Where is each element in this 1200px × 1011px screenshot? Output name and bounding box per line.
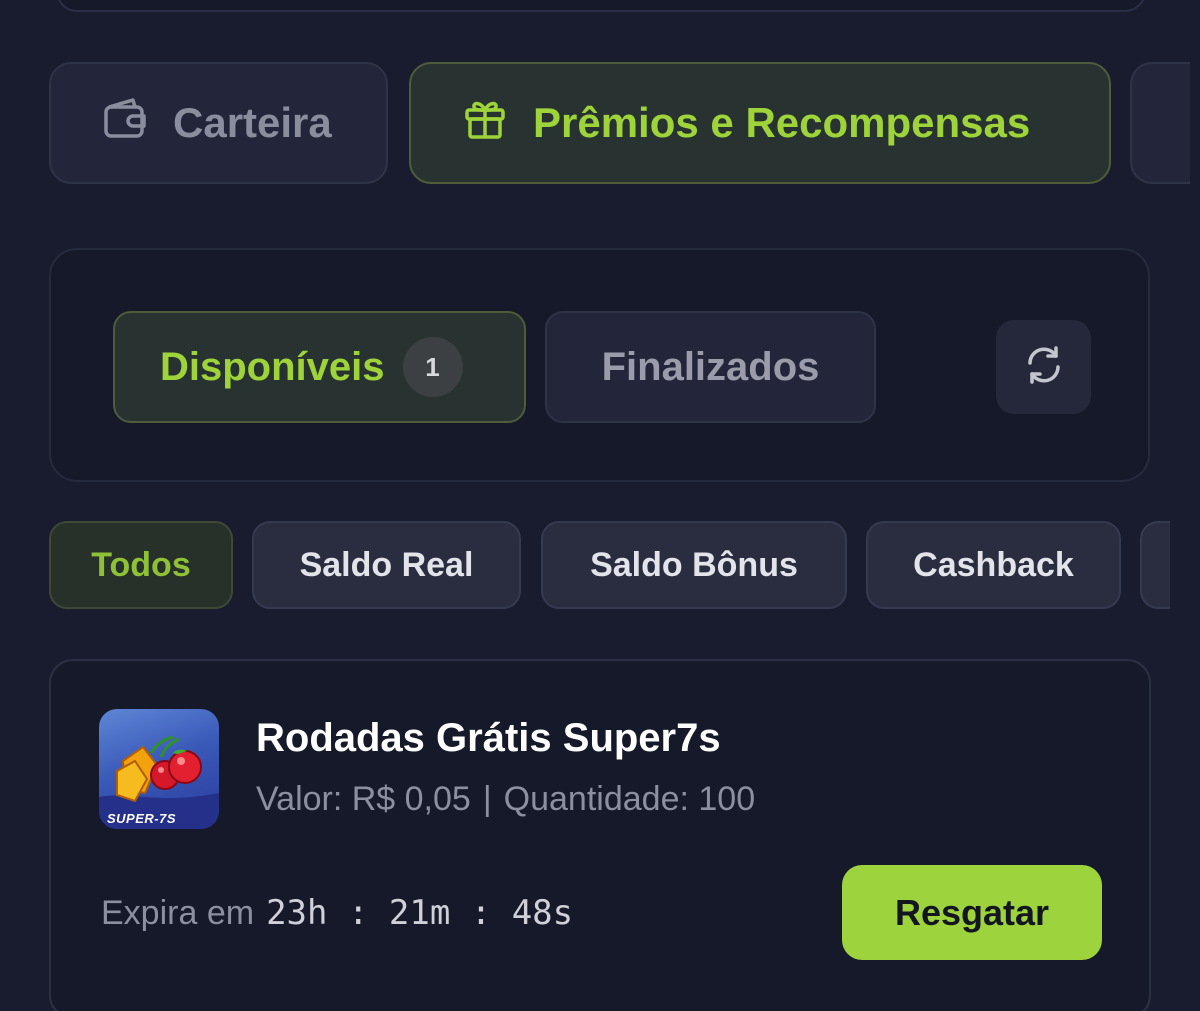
tab-wallet[interactable]: Carteira xyxy=(49,62,388,184)
tab-finished[interactable]: Finalizados xyxy=(545,311,876,423)
filter-next-partial[interactable] xyxy=(1140,521,1170,609)
filter-all[interactable]: Todos xyxy=(49,521,233,609)
reward-title: Rodadas Grátis Super7s xyxy=(256,716,721,760)
filter-cashback[interactable]: Cashback xyxy=(866,521,1121,609)
filter-real-balance-label: Saldo Real xyxy=(299,545,474,584)
filter-bonus-balance[interactable]: Saldo Bônus xyxy=(541,521,847,609)
refresh-button[interactable] xyxy=(996,320,1091,414)
tab-rewards[interactable]: Prêmios e Recompensas xyxy=(409,62,1111,184)
reward-meta: Valor: R$ 0,05 | Quantidade: 100 xyxy=(256,780,755,819)
tab-available[interactable]: Disponíveis 1 xyxy=(113,311,526,423)
available-count-badge: 1 xyxy=(402,337,463,397)
filter-all-label: Todos xyxy=(91,545,191,584)
filter-bonus-balance-label: Saldo Bônus xyxy=(590,545,798,584)
expiry-timer: 23h : 21m : 48s xyxy=(266,893,574,933)
wallet-icon xyxy=(103,97,147,149)
tab-available-label: Disponíveis xyxy=(160,344,385,389)
filter-cashback-label: Cashback xyxy=(913,545,1074,584)
game-thumbnail: SUPER-7S xyxy=(99,709,219,829)
tab-finished-label: Finalizados xyxy=(601,344,820,389)
reward-card: SUPER-7S Rodadas Grátis Super7s Valor: R… xyxy=(49,659,1151,1011)
expiry-row: Expira em 23h : 21m : 48s xyxy=(101,893,573,933)
tab-next-partial[interactable] xyxy=(1130,62,1190,184)
filter-real-balance[interactable]: Saldo Real xyxy=(252,521,521,609)
gift-icon xyxy=(463,96,507,150)
redeem-button[interactable]: Resgatar xyxy=(842,865,1102,960)
status-tabs-panel: Disponíveis 1 Finalizados xyxy=(49,248,1150,482)
rewards-page: Carteira Prêmios e Recompensas Disponíve… xyxy=(0,0,1200,1011)
tab-wallet-label: Carteira xyxy=(173,99,332,146)
meta-separator: | xyxy=(482,780,492,818)
top-card xyxy=(56,0,1146,12)
reward-value: Valor: R$ 0,05 xyxy=(256,780,471,818)
refresh-icon xyxy=(1022,343,1066,392)
tab-rewards-label: Prêmios e Recompensas xyxy=(533,99,1031,146)
game-thumb-label: SUPER-7S xyxy=(107,811,177,826)
expiry-label: Expira em xyxy=(101,894,255,932)
reward-quantity: Quantidade: 100 xyxy=(503,780,756,818)
